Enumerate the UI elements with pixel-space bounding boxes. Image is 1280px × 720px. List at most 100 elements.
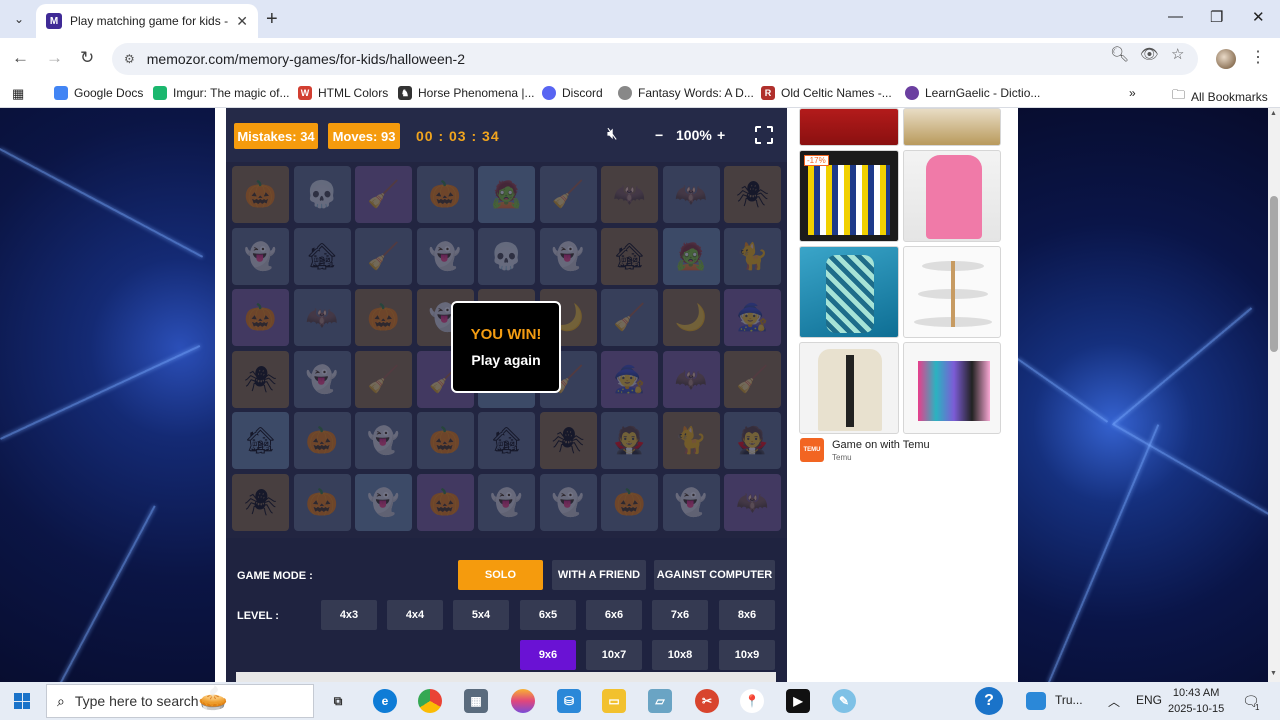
tray-app-icon[interactable] <box>1026 692 1046 710</box>
level-4x4-button[interactable]: 4x4 <box>387 600 443 630</box>
level-9x6-button[interactable]: 9x6 <box>520 640 576 670</box>
language-indicator[interactable]: ENG <box>1136 693 1162 707</box>
menu-icon[interactable]: ⋮ <box>1250 47 1266 67</box>
zoom-out-button[interactable]: − <box>655 127 663 143</box>
scroll-up-icon[interactable]: ▲ <box>1270 110 1277 117</box>
close-window-icon[interactable]: ✕ <box>1252 8 1265 26</box>
all-bookmarks[interactable]: 🗀 All Bookmarks <box>1172 86 1268 108</box>
edge-icon[interactable]: e <box>373 689 397 713</box>
bookmark-label: LearnGaelic - Dictio... <box>925 86 1041 100</box>
page-scrollbar[interactable]: ▲ ▼ <box>1268 108 1280 682</box>
background-right <box>1016 108 1269 682</box>
bookmark-discord[interactable]: Discord <box>542 86 603 100</box>
minimize-icon[interactable]: — <box>1168 8 1183 25</box>
level-8x6-button[interactable]: 8x6 <box>719 600 775 630</box>
bookmark-google-docs[interactable]: Google Docs <box>54 86 143 100</box>
taskbar-search[interactable]: ⌕ Type here to search <box>46 684 314 718</box>
all-bookmarks-label: All Bookmarks <box>1191 90 1268 104</box>
paint-drop-icon[interactable] <box>511 689 535 713</box>
maps-icon[interactable]: 📍 <box>740 689 764 713</box>
system-clock[interactable]: 10:43 AM 2025-10-15 <box>1168 685 1224 717</box>
url-text[interactable]: memozor.com/memory-games/for-kids/hallow… <box>147 51 465 67</box>
file-explorer-icon[interactable]: ▭ <box>602 689 626 713</box>
ad-product-shelf[interactable] <box>903 246 1001 338</box>
pie-widget-icon[interactable]: 🥧 <box>198 684 228 713</box>
ad-product-red-dress[interactable] <box>799 108 899 146</box>
ad-product-swimsuit[interactable] <box>799 246 899 338</box>
apps-icon[interactable]: ▦ <box>12 86 24 102</box>
level-6x6-button[interactable]: 6x6 <box>586 600 642 630</box>
address-bar[interactable]: ⚙ memozor.com/memory-games/for-kids/hall… <box>112 43 1198 75</box>
windows-start-icon[interactable] <box>14 693 30 709</box>
back-icon[interactable]: ← <box>12 48 29 68</box>
level-6x5-button[interactable]: 6x5 <box>520 600 576 630</box>
tab-close-icon[interactable]: ✕ <box>236 13 248 30</box>
show-hidden-icons[interactable]: ︿ <box>1108 693 1120 710</box>
level-10x7-button[interactable]: 10x7 <box>586 640 642 670</box>
background-laser <box>1048 424 1160 682</box>
level-10x9-button[interactable]: 10x9 <box>719 640 775 670</box>
sound-muted-icon[interactable]: 🔇︎ <box>607 124 618 144</box>
bookmark-imgur[interactable]: Imgur: The magic of... <box>153 86 290 100</box>
bookmark-fantasy-words[interactable]: Fantasy Words: A D... <box>618 86 754 100</box>
ad-product-storage-box[interactable]: -17% <box>799 150 899 242</box>
fullscreen-icon[interactable] <box>755 126 773 144</box>
snip-tool-icon[interactable]: ✂ <box>695 689 719 713</box>
ad-product-bras[interactable] <box>903 342 1001 434</box>
bookmark-horse-phenomena[interactable]: ♞ Horse Phenomena |... <box>398 86 535 100</box>
calculator-icon[interactable]: ▦ <box>464 689 488 713</box>
mode-with-friend-button[interactable]: WITH A FRIEND <box>552 560 646 590</box>
bottom-ad-strip[interactable] <box>236 672 776 682</box>
browser-tab[interactable]: M Play matching game for kids - M ✕ <box>36 4 258 38</box>
background-laser <box>1113 307 1253 425</box>
task-view-icon[interactable]: ⧉ <box>326 689 350 713</box>
mode-solo-button[interactable]: SOLO <box>458 560 543 590</box>
moves-counter: Moves: 93 <box>328 123 400 149</box>
bookmark-learngaelic[interactable]: LearnGaelic - Dictio... <box>905 86 1040 100</box>
temu-logo-icon[interactable]: TEMU <box>800 438 824 462</box>
bookmark-label: HTML Colors <box>318 86 389 100</box>
reload-icon[interactable]: ↻ <box>80 48 94 68</box>
bookmark-html-colors[interactable]: W HTML Colors <box>298 86 388 100</box>
imgur-icon <box>153 86 167 100</box>
bookmark-star-icon[interactable]: ☆ <box>1171 45 1184 63</box>
tray-app-label[interactable]: Tru... <box>1055 693 1083 707</box>
site-info-icon[interactable]: ⚙ <box>124 52 135 66</box>
chrome-icon[interactable] <box>418 689 442 713</box>
notes-icon[interactable]: ▱ <box>648 689 672 713</box>
media-player-icon[interactable]: ▶ <box>786 689 810 713</box>
scroll-thumb[interactable] <box>1270 196 1278 352</box>
tab-search-icon[interactable]: ⌄ <box>8 8 30 30</box>
bookmark-label: Horse Phenomena |... <box>418 86 535 100</box>
restore-icon[interactable]: ❐ <box>1210 8 1223 26</box>
scroll-down-icon[interactable]: ▼ <box>1270 670 1277 677</box>
bookmark-label: Fantasy Words: A D... <box>638 86 754 100</box>
ad-product-jacket[interactable] <box>799 342 899 434</box>
storage-box-image <box>808 165 890 235</box>
taskbar-search-placeholder[interactable]: Type here to search <box>75 693 199 709</box>
photo-app-icon[interactable]: ✎ <box>832 689 856 713</box>
ad-title[interactable]: Game on with Temu <box>832 439 930 451</box>
new-tab-icon[interactable]: + <box>266 8 278 31</box>
zoom-icon[interactable]: 🔍︎ <box>1110 45 1129 63</box>
page-margin <box>215 108 226 682</box>
play-again-button[interactable]: Play again <box>471 352 540 368</box>
forward-icon[interactable]: → <box>46 48 63 68</box>
level-5x4-button[interactable]: 5x4 <box>453 600 509 630</box>
ad-product-furniture[interactable] <box>903 108 1001 146</box>
game-topbar: Mistakes: 34 Moves: 93 00 : 03 : 34 🔇︎ −… <box>226 108 787 162</box>
help-icon[interactable]: ? <box>975 687 1003 715</box>
tracking-protection-icon[interactable]: 👁︎ <box>1140 45 1159 63</box>
mode-against-computer-button[interactable]: AGAINST COMPUTER <box>654 560 775 590</box>
win-dialog[interactable]: YOU WIN! Play again <box>451 301 561 393</box>
level-7x6-button[interactable]: 7x6 <box>652 600 708 630</box>
store-icon[interactable]: ⛁ <box>557 689 581 713</box>
more-bookmarks-icon[interactable]: » <box>1129 86 1136 100</box>
google-docs-icon <box>54 86 68 100</box>
bookmark-old-celtic-names[interactable]: R Old Celtic Names -... <box>761 86 892 100</box>
level-4x3-button[interactable]: 4x3 <box>321 600 377 630</box>
profile-avatar[interactable] <box>1216 49 1236 69</box>
ad-product-pink-sweater[interactable] <box>903 150 1001 242</box>
level-10x8-button[interactable]: 10x8 <box>652 640 708 670</box>
zoom-in-button[interactable]: + <box>717 127 725 143</box>
